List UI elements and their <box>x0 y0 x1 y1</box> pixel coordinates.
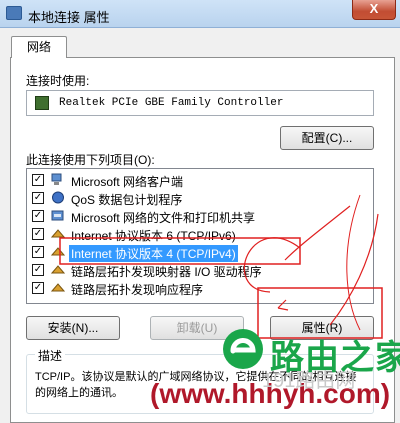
connect-using-label: 连接时使用: <box>26 74 90 88</box>
protocol-icon <box>51 283 65 292</box>
list-item[interactable]: ✓ Microsoft 网络客户端 <box>27 171 373 189</box>
checkbox[interactable]: ✓ <box>32 282 44 294</box>
configure-button-label: 配置(C)... <box>301 131 353 145</box>
checkbox[interactable]: ✓ <box>32 210 44 222</box>
install-button[interactable]: 安装(N)... <box>26 316 120 340</box>
network-connection-icon <box>6 6 22 20</box>
list-item-label: QoS 数据包计划程序 <box>71 193 183 207</box>
list-item-label: 链路层拓扑发现映射器 I/O 驱动程序 <box>71 265 262 279</box>
list-item-label: Internet 协议版本 4 (TCP/IPv4) <box>69 245 238 262</box>
list-item-label: Internet 协议版本 6 (TCP/IPv6) <box>71 229 236 243</box>
title-bar: 本地连接 属性 X <box>0 0 400 28</box>
window-title: 本地连接 属性 <box>28 10 110 25</box>
list-item[interactable]: ✓ Internet 协议版本 6 (TCP/IPv6) <box>27 225 373 243</box>
checkbox[interactable]: ✓ <box>32 192 44 204</box>
configure-button[interactable]: 配置(C)... <box>280 126 374 150</box>
items-list[interactable]: ✓ Microsoft 网络客户端 ✓ QoS 数据包计划程序 ✓ Micros… <box>26 168 374 304</box>
network-client-icon <box>51 173 62 185</box>
watermark-faint-text: 191路由网 <box>262 370 356 392</box>
list-item-label: Microsoft 网络的文件和打印机共享 <box>71 211 256 225</box>
list-item-label: Microsoft 网络客户端 <box>71 175 184 189</box>
list-item[interactable]: ✓ QoS 数据包计划程序 <box>27 189 373 207</box>
qos-icon <box>52 191 64 204</box>
protocol-icon <box>51 265 65 274</box>
adapter-name: Realtek PCIe GBE Family Controller <box>59 97 284 109</box>
protocol-icon <box>51 247 65 256</box>
network-adapter-icon <box>35 96 49 110</box>
list-item[interactable]: ✓ Microsoft 网络的文件和打印机共享 <box>27 207 373 225</box>
close-button[interactable]: X <box>352 0 396 20</box>
description-legend: 描述 <box>35 347 66 364</box>
checkbox[interactable]: ✓ <box>32 246 44 258</box>
close-icon: X <box>369 1 379 16</box>
checkbox[interactable]: ✓ <box>32 174 44 186</box>
checkbox[interactable]: ✓ <box>32 228 44 240</box>
adapter-field: Realtek PCIe GBE Family Controller <box>26 90 374 116</box>
list-item[interactable]: ✓ Internet 协议版本 4 (TCP/IPv4) <box>27 243 373 262</box>
protocol-icon <box>51 229 65 238</box>
tab-network[interactable]: 网络 <box>11 36 67 58</box>
list-item-label: 链路层拓扑发现响应程序 <box>71 283 204 297</box>
uninstall-button-label: 卸载(U) <box>176 321 218 335</box>
list-item[interactable]: ✓ 链路层拓扑发现响应程序 <box>27 279 373 297</box>
items-label: 此连接使用下列项目(O): <box>26 153 155 167</box>
checkbox[interactable]: ✓ <box>32 264 44 276</box>
list-item[interactable]: ✓ 链路层拓扑发现映射器 I/O 驱动程序 <box>27 261 373 279</box>
install-button-label: 安装(N)... <box>47 321 99 335</box>
tab-network-label: 网络 <box>26 40 51 54</box>
file-share-icon <box>51 210 64 221</box>
uninstall-button[interactable]: 卸载(U) <box>150 316 244 340</box>
